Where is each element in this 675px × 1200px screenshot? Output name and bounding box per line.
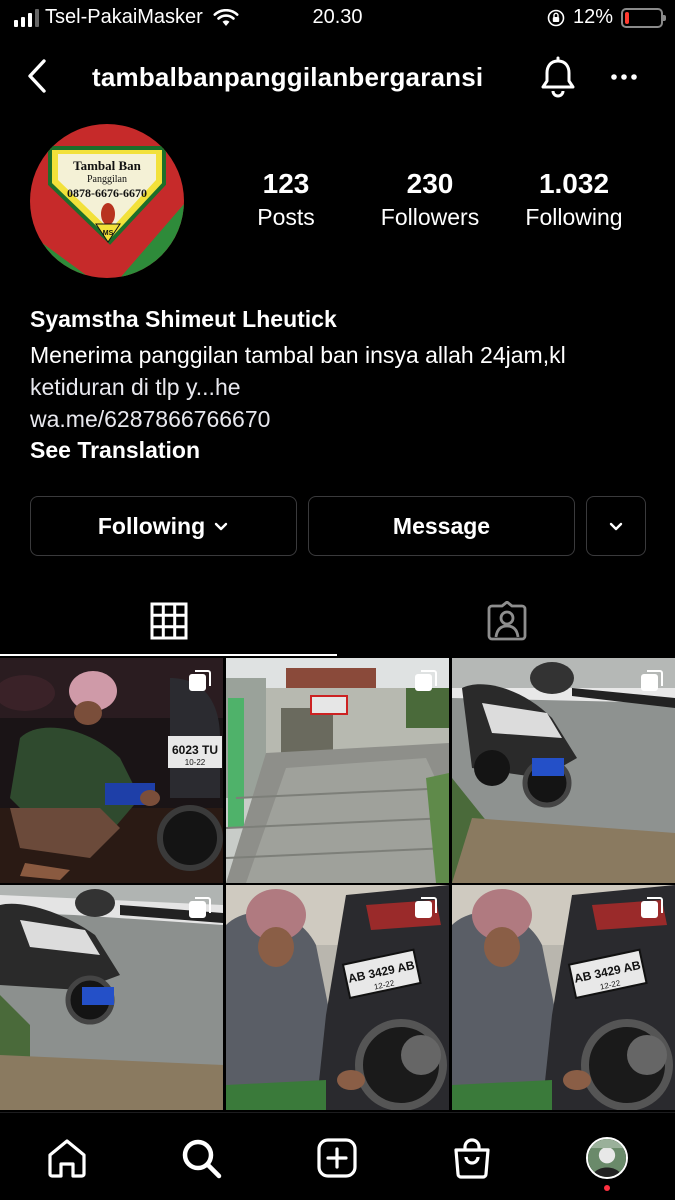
following-button-label: Following: [97, 512, 206, 539]
nav-profile[interactable]: [584, 1135, 630, 1181]
tab-tagged[interactable]: [338, 586, 675, 656]
stat-followers-value: 230: [406, 168, 454, 199]
suggested-accounts-button[interactable]: [586, 496, 646, 556]
search-icon: [182, 1139, 222, 1179]
avatar-line2: Panggilan: [87, 174, 127, 185]
tagged-person-icon: [487, 601, 526, 641]
notification-dot: [604, 1185, 610, 1191]
multiple-photos-icon: [189, 897, 211, 918]
nav-create[interactable]: [314, 1135, 360, 1181]
home-icon: [48, 1139, 86, 1178]
chevron-down-icon: [609, 522, 623, 531]
avatar: [586, 1137, 628, 1179]
profile-header: tambalbanpanggilanbergaransi: [0, 50, 675, 104]
plate-subtext: 10-22: [185, 758, 206, 767]
profile-username: tambalbanpanggilanbergaransi: [92, 62, 484, 92]
bio-line-1: Menerima panggilan tambal ban insya alla…: [30, 342, 566, 368]
profile-bio: Syamstha Shimeut Lheutick Menerima pangg…: [30, 306, 650, 464]
shopping-bag-icon: [454, 1138, 490, 1179]
profile-avatar[interactable]: Tambal Ban Panggilan 0878-6676-6670 MS: [30, 124, 184, 278]
multiple-photos-icon: [641, 670, 663, 691]
post-thumbnail[interactable]: 6023 TU 10-22: [0, 658, 223, 883]
stat-followers-label: Followers: [380, 204, 480, 230]
stat-posts[interactable]: 123 Posts: [216, 168, 356, 231]
battery-icon: [621, 7, 666, 28]
stat-following[interactable]: 1.032 Following: [504, 168, 644, 231]
orientation-lock-icon: [547, 9, 565, 26]
message-button-label: Message: [392, 512, 491, 539]
stat-posts-value: 123: [262, 168, 310, 199]
multiple-photos-icon: [641, 897, 663, 918]
status-bar: Tsel-PakaiMasker 20.30 12%: [0, 0, 675, 38]
multiple-photos-icon: [189, 670, 211, 691]
multiple-photos-icon: [415, 897, 437, 918]
avatar-line1: Tambal Ban: [73, 158, 142, 173]
stat-following-label: Following: [525, 204, 623, 230]
chevron-down-icon: [214, 522, 228, 531]
grid-icon: [150, 602, 187, 640]
status-right: 12%: [547, 6, 666, 29]
post-thumbnail[interactable]: [452, 658, 675, 883]
post-thumbnail[interactable]: AB 3429 AB 12-22: [452, 885, 675, 1110]
battery-level: [625, 11, 629, 24]
bell-icon[interactable]: [538, 56, 578, 98]
nav-shop[interactable]: [449, 1135, 495, 1181]
stat-following-value: 1.032: [538, 168, 610, 199]
bottom-navigation: [0, 1112, 675, 1200]
tab-grid[interactable]: [0, 586, 337, 656]
avatar-image: Tambal Ban Panggilan 0878-6676-6670 MS: [30, 124, 184, 278]
profile-tabs: [0, 586, 675, 656]
post-thumbnail[interactable]: AB 3429 AB 12-22: [226, 885, 449, 1110]
stat-followers[interactable]: 230 Followers: [360, 168, 500, 231]
plate-text: 6023 TU: [172, 743, 218, 757]
see-translation-link[interactable]: See Translation: [30, 437, 650, 464]
bio-line-2: ketiduran di tlp y...he: [30, 374, 241, 400]
profile-display-name: Syamstha Shimeut Lheutick: [30, 306, 337, 332]
chevron-left-icon[interactable]: [22, 56, 50, 96]
nav-search[interactable]: [178, 1135, 224, 1181]
posts-grid: 6023 TU 10-22 AB 3429 AB 12-22 AB 3429 A…: [0, 658, 675, 1110]
message-button[interactable]: Message: [308, 496, 575, 556]
nav-home[interactable]: [44, 1135, 90, 1181]
following-button[interactable]: Following: [30, 496, 297, 556]
post-thumbnail[interactable]: [0, 885, 223, 1110]
avatar-badge: MS: [103, 230, 114, 237]
post-thumbnail[interactable]: [226, 658, 449, 883]
plus-square-icon: [317, 1138, 357, 1178]
avatar-line3: 0878-6676-6670: [67, 186, 147, 200]
battery-percent: 12%: [572, 6, 613, 28]
bio-link[interactable]: wa.me/6287866766670: [30, 403, 650, 435]
multiple-photos-icon: [415, 670, 437, 691]
stat-posts-label: Posts: [257, 204, 315, 230]
profile-thumbnail-image: [588, 1139, 626, 1177]
more-horizontal-icon[interactable]: [606, 62, 642, 92]
